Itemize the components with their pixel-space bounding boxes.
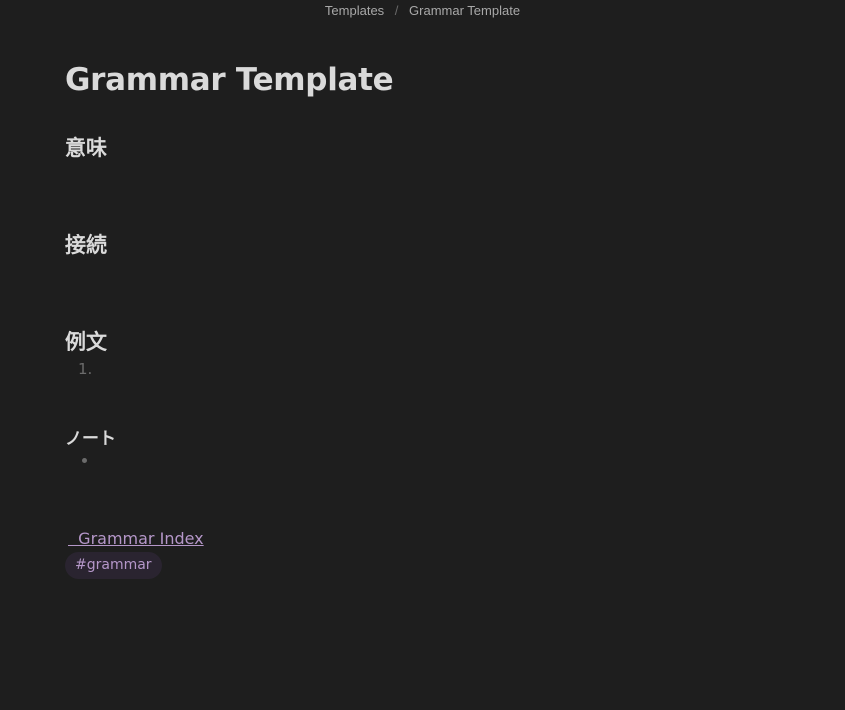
ordered-list-marker: 1. — [78, 360, 93, 378]
breadcrumb-separator: / — [394, 3, 399, 18]
grammar-index-link[interactable]: Grammar Index — [68, 529, 203, 548]
breadcrumb-item-templates[interactable]: Templates — [325, 3, 384, 18]
bullet-list-marker — [82, 458, 87, 463]
heading-examples: 例文 — [65, 330, 107, 354]
heading-notes: ノート — [65, 429, 116, 449]
breadcrumb-item-current[interactable]: Grammar Template — [409, 3, 520, 18]
heading-meaning: 意味 — [65, 136, 107, 160]
tag-grammar[interactable]: #grammar — [65, 552, 162, 579]
heading-connection: 接続 — [65, 233, 107, 257]
page-title[interactable]: Grammar Template — [65, 62, 394, 98]
breadcrumb: Templates / Grammar Template — [0, 3, 845, 18]
